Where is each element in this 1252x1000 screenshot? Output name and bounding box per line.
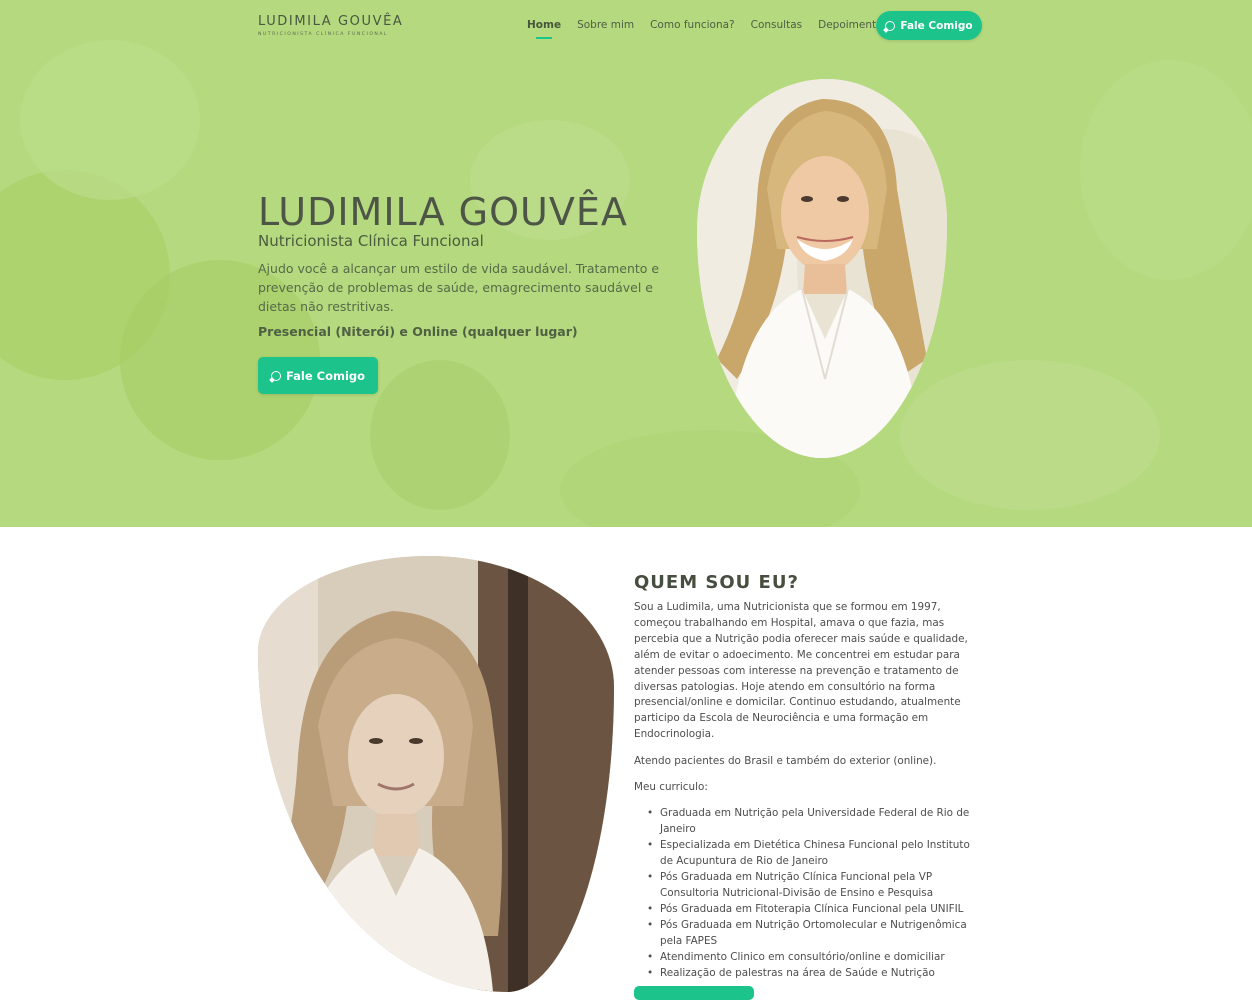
hero-location: Presencial (Niterói) e Online (qualquer … [258,324,578,339]
about-paragraph: Meu curriculo: [634,781,708,794]
logo-subtitle: NUTRICIONISTA CLÍNICA FUNCIONAL [258,32,389,37]
whatsapp-icon [270,370,281,381]
sepia-portrait-illustration [258,556,614,992]
hero-title: LUDIMILA GOUVÊA [258,190,628,234]
about-portrait-photo [258,556,614,992]
hero-contact-label: Fale Comigo [285,368,366,383]
list-item: Atendimento Clinico em consultório/onlin… [647,950,986,966]
hero-contact-button[interactable]: Fale Comigo [258,357,378,394]
list-item: Realização de palestras na área de Saúde… [647,966,986,982]
hero-section: LUDIMILA GOUVÊA NUTRICIONISTA CLÍNICA FU… [0,0,1252,527]
list-item: Graduada em Nutrição pela Universidade F… [647,806,986,838]
curriculum-list: Graduada em Nutrição pela Universidade F… [634,806,986,981]
hero-description: Ajudo você a alcançar um estilo de vida … [258,261,660,314]
nav-contact-button[interactable]: Fale Comigo [876,11,982,40]
portrait-illustration [697,79,947,458]
about-title: QUEM SOU EU? [634,572,799,593]
logo-title: LUDIMILA GOUVÊA [258,14,404,29]
list-item: Especializada em Dietética Chinesa Funci… [647,838,986,870]
nav-sobre-mim[interactable]: Sobre mim [577,19,634,35]
main-nav: Home Sobre mim Como funciona? Consultas … [527,19,904,39]
nav-consultas[interactable]: Consultas [751,19,802,35]
nav-como-funciona[interactable]: Como funciona? [650,19,735,35]
about-contact-button[interactable] [634,986,754,1000]
about-paragraph: Atendo pacientes do Brasil e também do e… [634,754,937,767]
list-item: Pós Graduada em Nutrição Clínica Funcion… [647,870,986,902]
nav-contact-label: Fale Comigo [900,19,973,32]
about-paragraph: Sou a Ludimila, uma Nutricionista que se… [634,601,968,741]
hero-portrait-photo [697,79,947,458]
hero-subtitle: Nutricionista Clínica Funcional [258,232,484,250]
nav-home[interactable]: Home [527,19,561,39]
about-text: Sou a Ludimila, uma Nutricionista que se… [634,600,986,981]
site-logo[interactable]: LUDIMILA GOUVÊA NUTRICIONISTA CLÍNICA FU… [258,14,403,37]
list-item: Pós Graduada em Nutrição Ortomolecular e… [647,918,986,950]
list-item: Pós Graduada em Fitoterapia Clínica Func… [647,902,986,918]
whatsapp-icon [885,20,896,31]
